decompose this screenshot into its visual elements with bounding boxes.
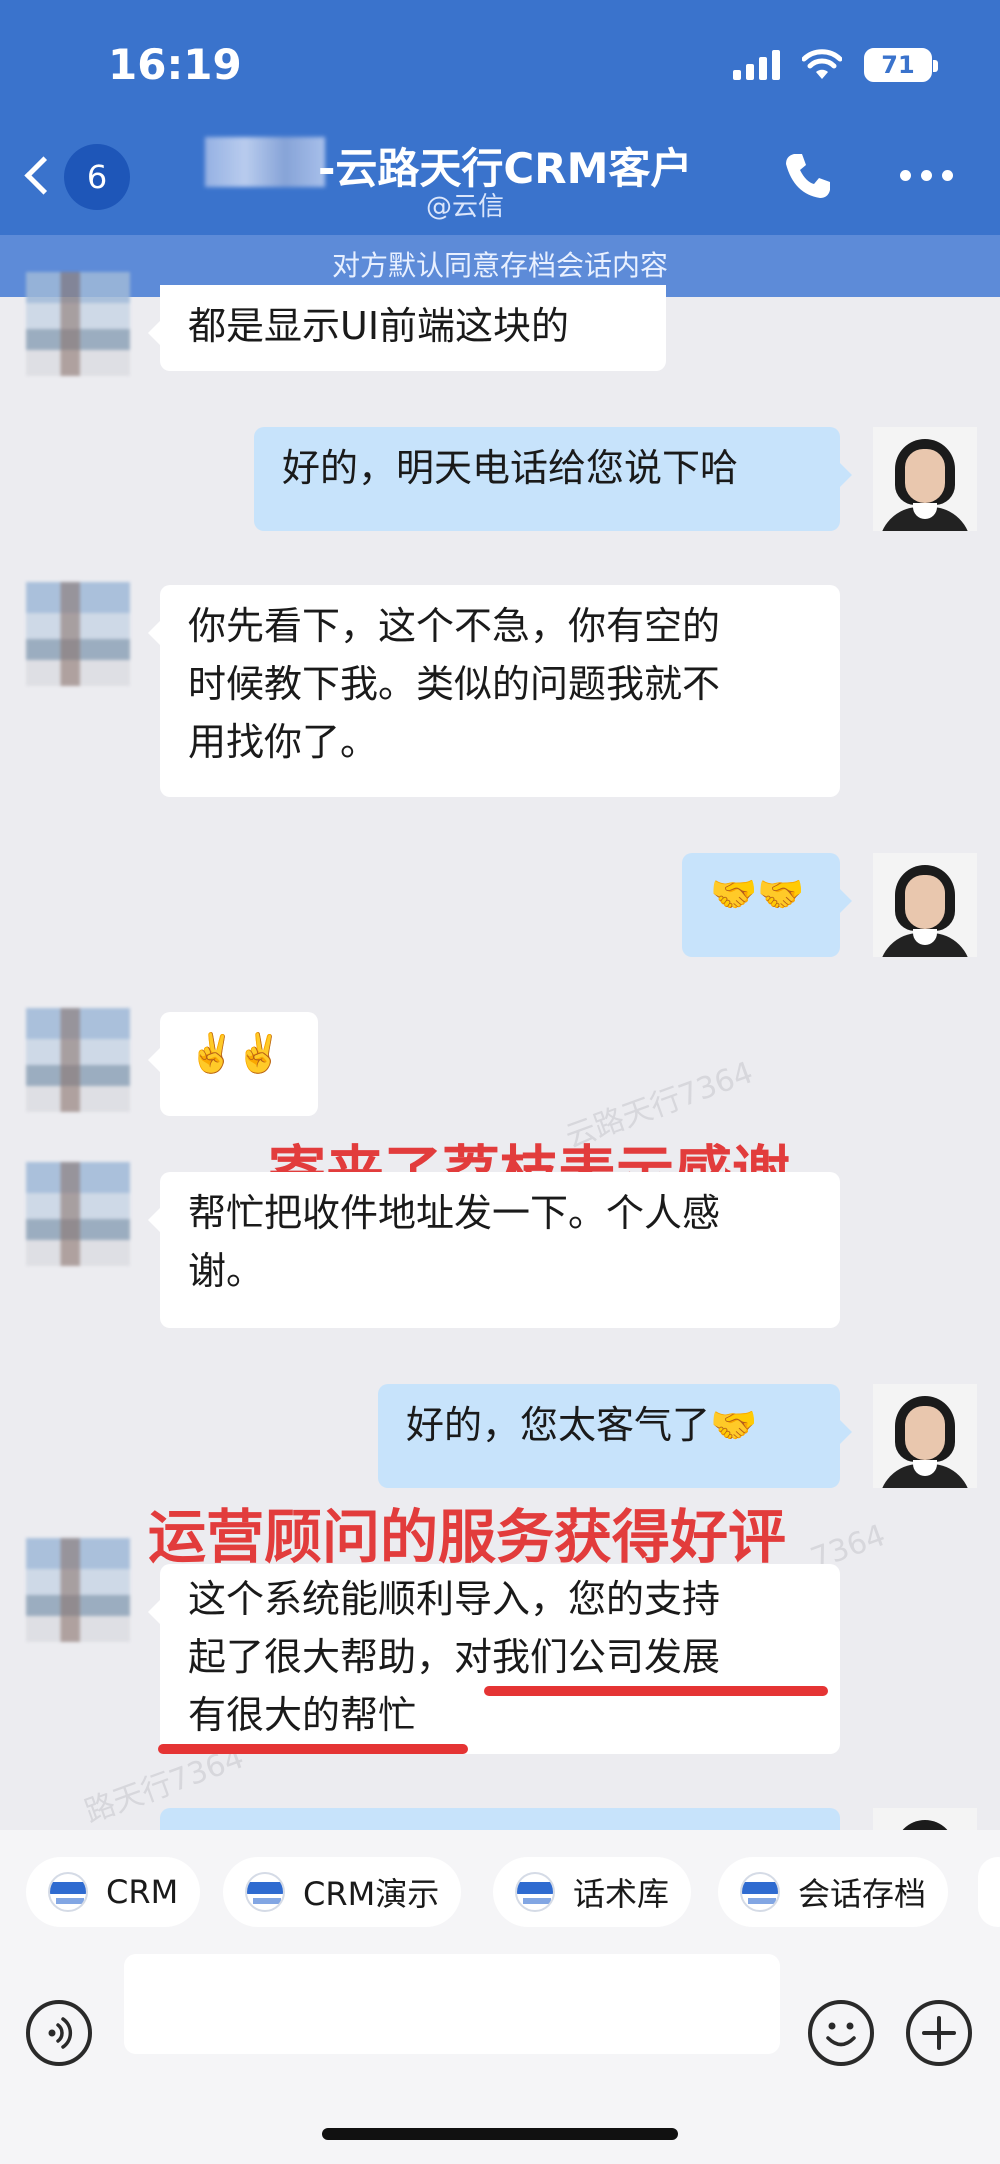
chat-title[interactable]: -云路天行CRM客户 <box>318 135 692 196</box>
handshake-emoji: 🤝🤝 <box>710 872 805 916</box>
highlight-underline <box>158 1744 468 1754</box>
quick-action-label: CRM <box>106 1873 179 1911</box>
message-bubble-outgoing[interactable]: 🤝🤝 <box>682 853 852 957</box>
message-text: 好的，明天电话给您说下哈 <box>282 446 739 490</box>
message-line: 谢。 <box>188 1249 265 1293</box>
my-avatar[interactable] <box>873 1384 977 1488</box>
message-bubble-outgoing[interactable]: 好的，您太客气了🤝 <box>378 1384 852 1488</box>
quick-action-more[interactable] <box>978 1857 1000 1927</box>
message-line: 时候教下我。类似的问题我就不 <box>188 662 721 706</box>
app-logo-icon <box>245 1872 285 1912</box>
message-input[interactable] <box>124 1954 780 2054</box>
message-line: 你先看下，这个不急，你有空的 <box>188 604 721 648</box>
message-bubble-incoming[interactable]: 都是显示UI前端这块的 <box>148 285 666 371</box>
phone-icon[interactable] <box>782 150 834 202</box>
message-bubble-outgoing[interactable]: 好的，明天电话给您说下哈 <box>254 427 852 531</box>
message-bubble-incoming[interactable]: 这个系统能顺利导入，您的支持 起了很大帮助，对我们公司发展 有很大的帮忙 <box>148 1564 840 1754</box>
more-icon[interactable] <box>900 170 953 181</box>
quick-action-crm[interactable]: CRM <box>26 1857 201 1927</box>
emoji-icon[interactable] <box>808 2000 874 2066</box>
chat-header: 16:19 71 6 -云路天行CRM客户 @云信 <box>0 0 1000 235</box>
message-bubble-incoming[interactable]: ✌️✌️ <box>148 1012 318 1116</box>
message-text: 好的，您太客气了🤝 <box>406 1403 758 1447</box>
my-avatar[interactable] <box>873 853 977 957</box>
message-bubble-incoming[interactable]: 帮忙把收件地址发一下。个人感 谢。 <box>148 1172 840 1328</box>
app-logo-icon <box>515 1872 555 1912</box>
annotation-service-review: 运营顾问的服务获得好评 <box>148 1503 787 1571</box>
quick-action-script-library[interactable]: 话术库 <box>493 1857 692 1927</box>
app-logo-icon <box>48 1872 88 1912</box>
my-avatar[interactable] <box>873 427 977 531</box>
chat-subtitle: @云信 <box>426 192 505 222</box>
signal-icon <box>733 50 780 80</box>
message-text: 都是显示UI前端这块的 <box>188 304 570 348</box>
home-indicator[interactable] <box>322 2128 678 2140</box>
plus-icon[interactable] <box>906 2000 972 2066</box>
voice-input-icon[interactable] <box>26 2000 92 2066</box>
message-bubble-incoming[interactable]: 你先看下，这个不急，你有空的 时候教下我。类似的问题我就不 用找你了。 <box>148 585 840 797</box>
contact-avatar[interactable] <box>26 1008 130 1112</box>
highlight-underline <box>484 1686 828 1696</box>
quick-action-label: 话术库 <box>573 1875 670 1913</box>
wifi-icon <box>802 49 842 79</box>
message-line: 用找你了。 <box>188 720 379 764</box>
status-icons: 71 <box>733 48 938 82</box>
quick-action-label: 会话存档 <box>798 1875 927 1913</box>
quick-action-label: CRM演示 <box>303 1875 440 1913</box>
contact-avatar[interactable] <box>26 582 130 686</box>
contact-avatar[interactable] <box>26 1162 130 1266</box>
message-line: 帮忙把收件地址发一下。个人感 <box>188 1191 721 1235</box>
status-time: 16:19 <box>108 40 242 89</box>
contact-avatar[interactable] <box>26 272 130 376</box>
blurred-contact-name <box>205 137 325 187</box>
app-logo-icon <box>740 1872 780 1912</box>
battery-icon: 71 <box>864 48 938 82</box>
back-button[interactable] <box>18 150 58 200</box>
quick-action-session-archive[interactable]: 会话存档 <box>718 1857 949 1927</box>
contact-avatar[interactable] <box>26 1538 130 1642</box>
quick-action-crm-demo[interactable]: CRM演示 <box>223 1857 462 1927</box>
message-line: 起了很大帮助，对我们公司发展 <box>188 1635 721 1679</box>
victory-emoji: ✌️✌️ <box>188 1031 283 1075</box>
unread-badge[interactable]: 6 <box>64 144 130 210</box>
message-line: 这个系统能顺利导入，您的支持 <box>188 1577 721 1621</box>
